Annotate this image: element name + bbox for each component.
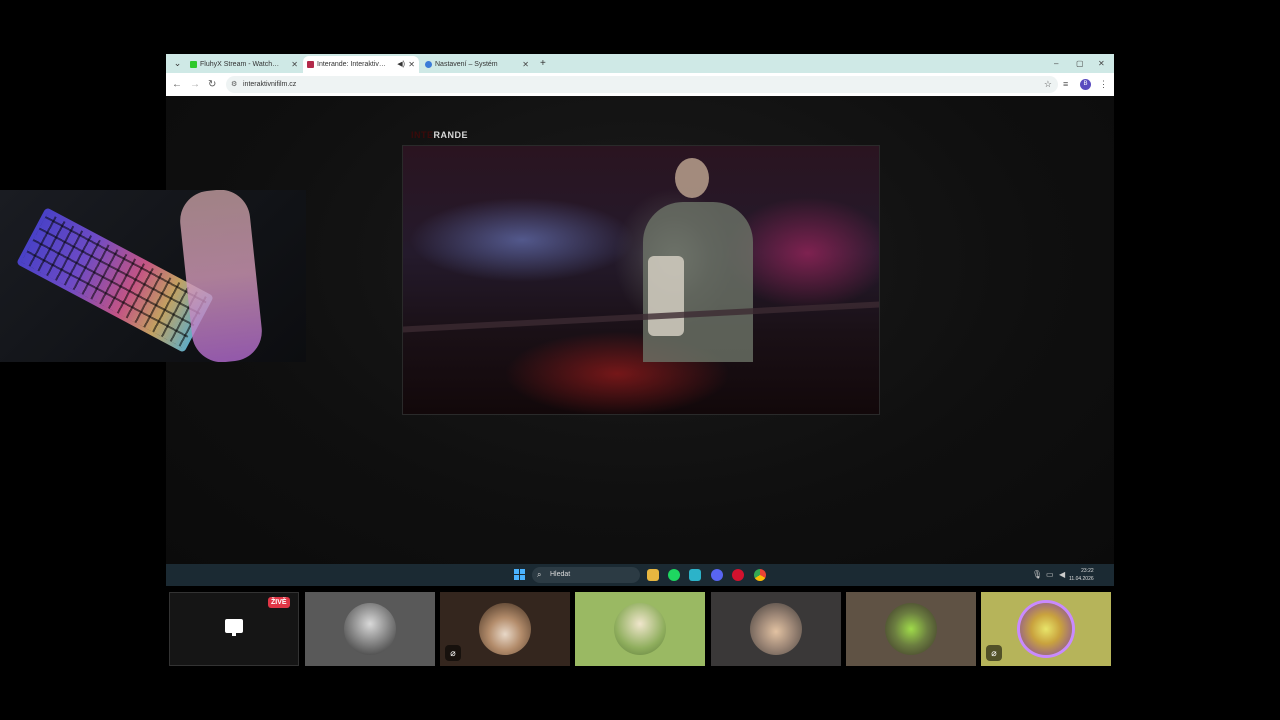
bookmark-star-icon[interactable]: ☆ — [1044, 76, 1052, 93]
bar-counter — [403, 301, 879, 333]
close-tab-icon[interactable]: ✕ — [291, 56, 298, 73]
clock-date: 11.04.2026 — [1069, 576, 1094, 582]
tab-interande[interactable]: Interande: Interaktivní film ◀) ✕ — [303, 56, 419, 73]
close-tab-icon[interactable]: ✕ — [522, 56, 529, 73]
mic-muted-icon: ⌀ — [986, 645, 1002, 661]
participant-tile[interactable]: ⌀ — [981, 592, 1111, 666]
avatar — [885, 603, 937, 655]
close-window-button[interactable]: ✕ — [1098, 57, 1105, 70]
restore-button[interactable]: ▢ — [1076, 57, 1084, 70]
participant-tile[interactable] — [575, 592, 705, 666]
new-tab-button[interactable]: + — [540, 57, 546, 70]
windows-start-icon[interactable] — [514, 569, 525, 580]
webcam-overlay — [0, 190, 306, 362]
windows-taskbar: ⌕ Hledat 🎙 ▭ ◀ 23:22 11.04.2026 — [166, 564, 1114, 586]
minimize-button[interactable]: – — [1054, 57, 1058, 70]
mic-muted-icon: ⌀ — [445, 645, 461, 661]
participant-tile[interactable] — [305, 592, 435, 666]
tab-strip: ⌄ FluhyX Stream - Watch Live on ✕ Intera… — [166, 54, 1114, 73]
address-bar[interactable]: ⚙ interaktivnifilm.cz ☆ — [226, 76, 1058, 93]
fluhyx-favicon-icon — [190, 61, 197, 68]
browser-window: ⌄ FluhyX Stream - Watch Live on ✕ Intera… — [166, 54, 1114, 586]
tab-search-icon[interactable]: ⌄ — [171, 57, 184, 70]
bartender-head — [675, 158, 709, 198]
url-text[interactable]: interaktivnifilm.cz — [243, 76, 296, 93]
tab-fluhyx[interactable]: FluhyX Stream - Watch Live on ✕ — [186, 56, 302, 73]
clock-time: 23:22 — [1081, 568, 1094, 574]
taskbar-clock[interactable]: 23:22 11.04.2026 — [1069, 567, 1094, 583]
profile-avatar[interactable]: B — [1080, 79, 1091, 90]
toolbar: ← → ↻ ⚙ interaktivnifilm.cz ☆ ≡ B ⋮ — [166, 73, 1114, 96]
reload-icon[interactable]: ↻ — [208, 78, 216, 91]
site-info-icon[interactable]: ⚙ — [231, 79, 237, 90]
avatar — [750, 603, 802, 655]
discord-icon[interactable] — [711, 569, 723, 581]
spotify-icon[interactable] — [668, 569, 680, 581]
avatar — [479, 603, 531, 655]
settings-gear-icon — [425, 61, 432, 68]
participant-tile[interactable] — [846, 592, 976, 666]
tab-label: Interande: Interaktivní film — [317, 61, 389, 68]
screen-share-icon — [225, 619, 243, 636]
chrome-icon[interactable] — [754, 569, 766, 581]
page-content: INTERANDE — [166, 96, 1114, 564]
taskbar-search[interactable]: ⌕ Hledat — [532, 567, 640, 583]
microphone-icon[interactable]: 🎙 — [1032, 569, 1042, 581]
forward-arrow-icon[interactable]: → — [190, 78, 200, 91]
video-player[interactable] — [402, 145, 880, 415]
network-icon[interactable]: ▭ — [1046, 569, 1054, 581]
tab-label: FluhyX Stream - Watch Live on — [200, 61, 280, 68]
speaker-icon[interactable]: ◀) — [397, 56, 405, 73]
tab-label: Nastavení – Systém — [435, 61, 498, 68]
towel — [648, 256, 684, 336]
file-explorer-icon[interactable] — [647, 569, 659, 581]
fluent-app-icon[interactable] — [689, 569, 701, 581]
participant-tile[interactable]: ⌀ — [440, 592, 570, 666]
interande-logo: INTERANDE — [411, 130, 468, 140]
logo-prefix: INTE — [411, 130, 434, 140]
back-arrow-icon[interactable]: ← — [172, 78, 182, 91]
tab-nastaveni[interactable]: Nastavení – Systém ✕ — [421, 56, 533, 73]
search-placeholder: Hledat — [550, 571, 571, 578]
avatar — [614, 603, 666, 655]
avatar — [344, 603, 396, 655]
participant-tile[interactable] — [711, 592, 841, 666]
interande-favicon-icon — [307, 61, 314, 68]
media-control-icon[interactable]: ≡ — [1063, 78, 1068, 91]
logo-name: RANDE — [433, 130, 469, 140]
search-icon: ⌕ — [537, 570, 542, 579]
call-participants: ⌀ ⌀ — [0, 592, 1280, 666]
opera-icon[interactable] — [732, 569, 744, 581]
menu-dots-icon[interactable]: ⋮ — [1099, 78, 1108, 91]
close-tab-icon[interactable]: ✕ — [408, 56, 415, 73]
volume-icon[interactable]: ◀ — [1059, 569, 1065, 581]
avatar-speaking — [1020, 603, 1072, 655]
live-badge: ŽIVĚ — [268, 597, 290, 608]
